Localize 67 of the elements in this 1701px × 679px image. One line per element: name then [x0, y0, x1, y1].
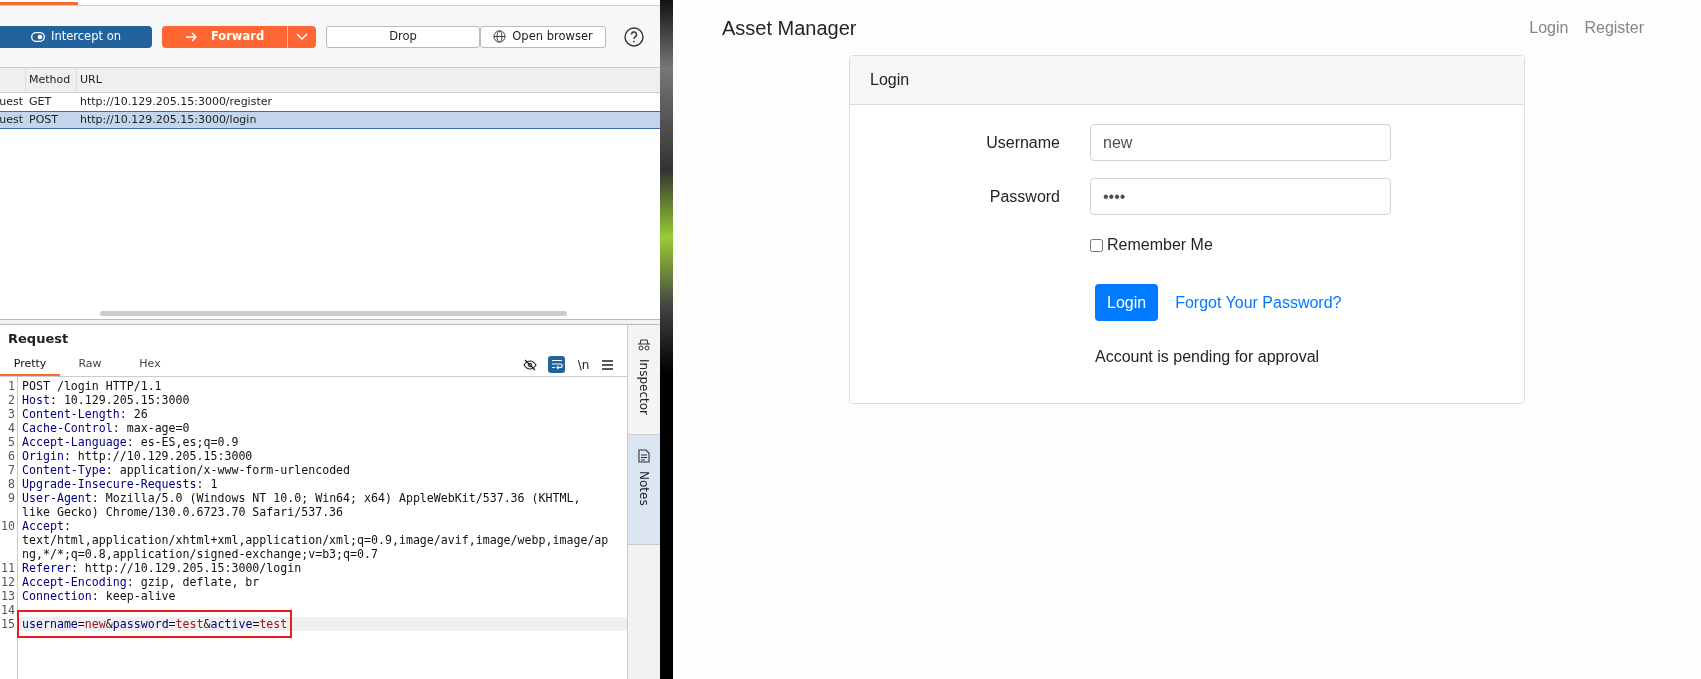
login-button[interactable]: Login [1095, 284, 1159, 321]
arrow-right-icon [184, 31, 197, 42]
code-line: Host: 10.129.205.15:3000 [22, 393, 191, 407]
panel-title: Request [7, 330, 70, 349]
editor-tab[interactable]: Raw [60, 354, 120, 376]
line-number: 9 [8, 491, 15, 505]
code-line: Accept-Language: es-ES,es;q=0.9 [22, 435, 240, 449]
column-header[interactable]: URL [77, 68, 660, 92]
field-label: Username [985, 132, 1061, 153]
line-number: 4 [8, 421, 15, 435]
line-number: 3 [8, 407, 15, 421]
open-browser-button[interactable]: Open browser [480, 25, 606, 48]
line-number: 8 [8, 477, 15, 491]
nav-link[interactable]: Register [1584, 15, 1644, 40]
table-cell-text: uest [0, 111, 24, 128]
line-number: 1 [8, 379, 15, 393]
line-number: 5 [8, 435, 15, 449]
editor-tab[interactable]: Hex [120, 354, 180, 376]
code-line: Referer: http://10.129.205.15:3000/login [22, 561, 303, 575]
code-line: POST /login HTTP/1.1 [22, 379, 163, 393]
line-number: 15 [1, 617, 15, 631]
code-line: Cache-Control: max-age=0 [22, 421, 191, 435]
line-number: 6 [8, 449, 15, 463]
checkbox-label: Remember Me [1107, 235, 1213, 255]
code-line: Content-Type: application/x-www-form-urlencoded [22, 463, 352, 477]
table-cell-text: http://10.129.205.15:3000/register [79, 93, 272, 110]
code-line: Connection: keep-alive [22, 589, 177, 603]
code-line: Accept-Encoding: gzip, deflate, br [22, 575, 261, 589]
line-number: 11 [1, 561, 15, 575]
code-line: User-Agent: Mozilla/5.0 (Windows NT 10.0; Win64; x64) AppleWebKit/537.36 (KHTML, like Gecko) Chrome/130.0.6723.70 Safari/537.36 [22, 491, 582, 519]
newline-toggle[interactable]: \n [575, 356, 592, 373]
line-number: 7 [8, 463, 15, 477]
wrap-lines-icon[interactable] [548, 356, 565, 373]
code-line: Origin: http://10.129.205.15:3000 [22, 449, 254, 463]
input-field[interactable]: new [1090, 124, 1391, 161]
remember-me-checkbox[interactable] [1090, 238, 1103, 252]
table-cell-text: POST [28, 111, 59, 128]
code-line: Upgrade-Insecure-Requests: 1 [22, 477, 219, 491]
help-icon[interactable] [624, 26, 644, 47]
card-title: Login [870, 70, 910, 90]
document-icon [638, 449, 650, 463]
globe-icon [493, 30, 507, 43]
column-header[interactable]: Method [26, 68, 77, 92]
input-field[interactable]: •••• [1090, 178, 1391, 215]
forgot-password-link[interactable]: Forgot Your Password? [1175, 290, 1342, 315]
drop-button[interactable]: Drop [326, 25, 480, 48]
table-cell-text: uest [0, 93, 24, 110]
intercept-toggle-button[interactable]: Intercept on [0, 25, 152, 48]
line-number: 10 [1, 519, 15, 533]
nav-link[interactable]: Login [1529, 15, 1569, 40]
code-line: Content-Length: 26 [22, 407, 149, 421]
request-row[interactable]: uest POST http://10.129.205.15:3000/login [0, 111, 660, 129]
toggle-switch-icon [31, 31, 46, 42]
table-cell-text: GET [28, 93, 53, 110]
field-label: Password [988, 186, 1061, 207]
code-line: Accept: text/html,application/xhtml+xml,application/xml;q=0.9,image/avif,image/webp,image/apng,*/*;q=0.8,application/signed-exchange;v=b3;q=0.7 [22, 519, 609, 561]
status-message: Account is pending for approval [1095, 347, 1320, 367]
site-brand[interactable]: Asset Manager [722, 12, 857, 43]
side-tab[interactable]: Notes [628, 435, 660, 545]
editor-tab[interactable]: Pretty [0, 354, 60, 376]
line-number: 13 [1, 589, 15, 603]
spy-glasses-icon [637, 339, 651, 351]
line-number: 2 [8, 393, 15, 407]
table-cell-text: http://10.129.205.15:3000/login [79, 111, 257, 128]
line-number: 14 [1, 603, 15, 617]
menu-icon[interactable] [602, 359, 613, 370]
line-number: 12 [1, 575, 15, 589]
